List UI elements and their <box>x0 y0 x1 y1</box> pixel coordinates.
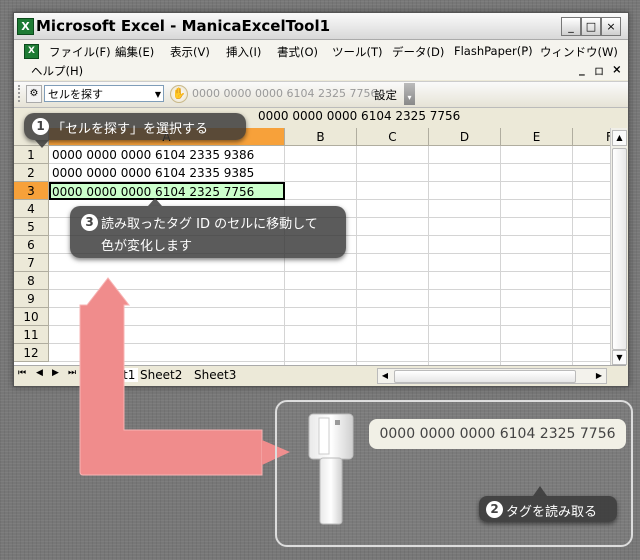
callout-step1: 1 「セルを探す」を選択する <box>24 113 246 140</box>
rfid-reader-icon <box>308 413 354 525</box>
step1-number: 1 <box>32 118 49 135</box>
callout-step2: 2 タグを読み取る <box>479 496 617 522</box>
callout-step2-pointer <box>533 486 547 496</box>
arrow-shape <box>79 277 263 476</box>
step3-text-line2: 色が変化します <box>101 239 193 254</box>
step3-number: 3 <box>81 214 98 231</box>
step3-text-line1: 読み取ったタグ ID のセルに移動して <box>101 217 318 232</box>
read-tag-value: 0000 0000 0000 6104 2325 7756 <box>369 419 626 449</box>
callout-step3: 3 読み取ったタグ ID のセルに移動して 色が変化します <box>70 206 346 258</box>
step2-number: 2 <box>486 501 503 518</box>
reader-panel: 0000 0000 0000 6104 2325 7756 2 タグを読み取る <box>275 400 633 547</box>
callout-step3-pointer <box>148 198 162 206</box>
step1-text: 「セルを探す」を選択する <box>52 122 209 137</box>
callout-step1-pointer <box>35 140 49 148</box>
step2-text: タグを読み取る <box>506 505 598 520</box>
